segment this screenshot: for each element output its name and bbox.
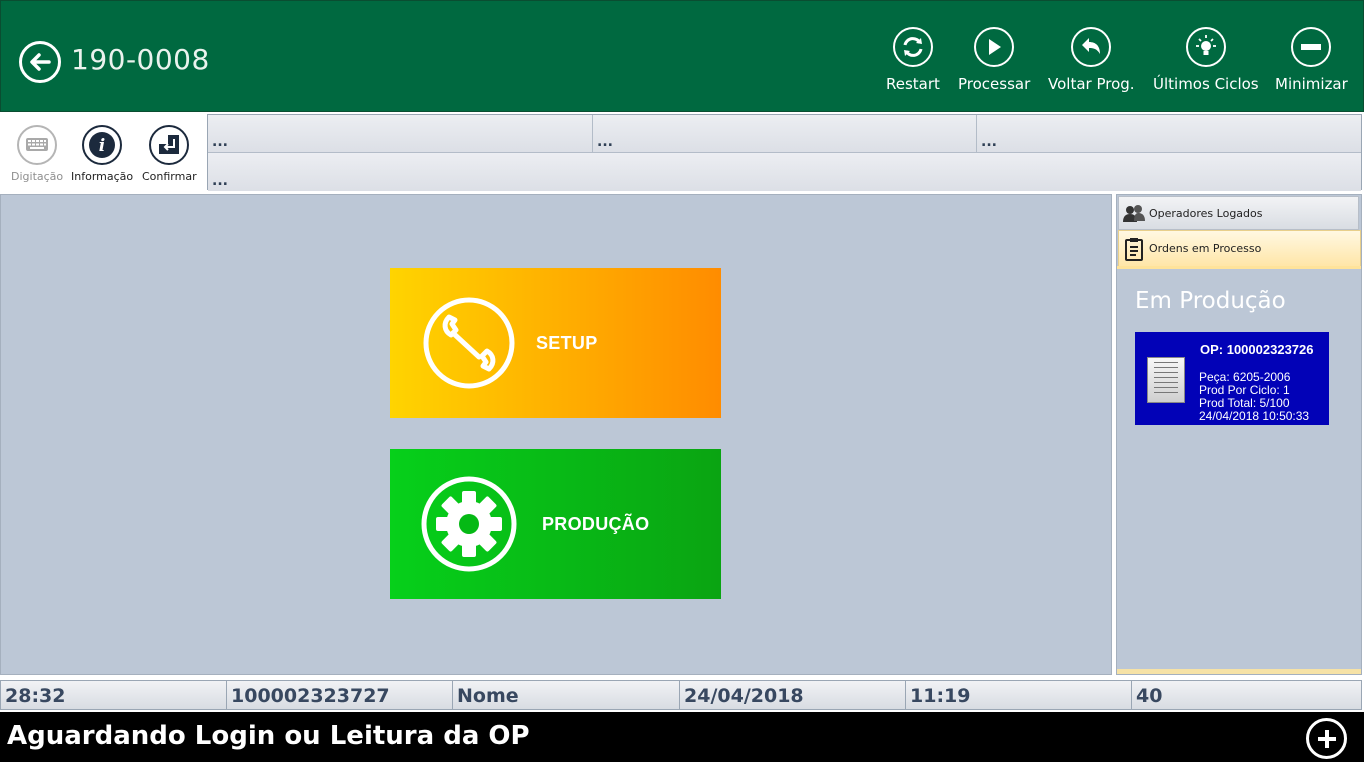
tab-operadores-label: Operadores Logados — [1149, 206, 1263, 220]
plus-icon — [1317, 729, 1336, 748]
digitacao-button[interactable]: Digitação — [11, 124, 63, 183]
info-icon: i — [82, 125, 123, 165]
gear-icon — [421, 476, 517, 572]
info-grid: ... ... ... ... — [207, 114, 1362, 191]
minus-icon — [1301, 44, 1322, 50]
back-button[interactable] — [19, 41, 61, 83]
info-cell: ... — [593, 115, 977, 153]
status-message: Aguardando Login ou Leitura da OP — [7, 721, 530, 751]
minimizar-label: Minimizar — [1275, 75, 1348, 93]
status-timer: 28:32 — [1, 681, 227, 709]
op-peca: Peça: 6205-2006 — [1199, 370, 1291, 384]
status-op: 100002323727 — [227, 681, 453, 709]
status-count: 40 — [1132, 681, 1361, 709]
processar-label: Processar — [958, 75, 1031, 93]
users-icon — [1123, 205, 1145, 222]
clipboard-icon — [1125, 237, 1143, 261]
arrow-left-icon — [30, 53, 51, 71]
tab-ordens-label: Ordens em Processo — [1149, 242, 1262, 255]
op-prod-por-ciclo: Prod Por Ciclo: 1 — [1199, 383, 1290, 397]
keyboard-icon — [17, 125, 58, 165]
info-cell: ... — [208, 153, 1361, 191]
op-prod-total: Prod Total: 5/100 — [1199, 396, 1290, 410]
restart-label: Restart — [886, 75, 940, 93]
op-card[interactable]: OP: 100002323726 Peça: 6205-2006 Prod Po… — [1135, 332, 1329, 425]
minimizar-button[interactable]: Minimizar — [1275, 27, 1348, 93]
sub-toolbar: Digitação i Informação Confirmar — [0, 112, 207, 190]
digitacao-label: Digitação — [11, 170, 64, 183]
setup-label: SETUP — [536, 332, 598, 353]
undo-icon — [1082, 38, 1101, 54]
add-button[interactable] — [1306, 718, 1347, 759]
page-title: 190-0008 — [71, 43, 210, 76]
status-name: Nome — [453, 681, 680, 709]
setup-button[interactable]: SETUP — [390, 268, 721, 418]
header-bar: 190-0008 Restart Processar Voltar Prog. — [0, 0, 1364, 112]
info-cell: ... — [208, 115, 593, 153]
side-footer-strip — [1117, 669, 1361, 674]
voltar-prog-button[interactable]: Voltar Prog. — [1048, 27, 1135, 93]
status-time: 11:19 — [906, 681, 1132, 709]
informacao-label: Informação — [71, 170, 134, 183]
op-datetime: 24/04/2018 10:50:33 — [1199, 409, 1310, 423]
confirmar-button[interactable]: Confirmar — [142, 124, 197, 183]
wrench-icon — [423, 297, 515, 389]
tab-underline — [1117, 266, 1361, 269]
info-cell: ... — [977, 115, 1361, 153]
producao-label: PRODUÇÃO — [542, 513, 650, 534]
voltar-prog-label: Voltar Prog. — [1048, 75, 1135, 93]
main-area — [0, 194, 1112, 675]
ultimos-ciclos-label: Últimos Ciclos — [1153, 75, 1259, 93]
informacao-button[interactable]: i Informação — [71, 124, 133, 183]
play-icon — [989, 39, 1002, 55]
confirmar-label: Confirmar — [142, 170, 197, 183]
document-icon — [1147, 357, 1185, 403]
status-date: 24/04/2018 — [680, 681, 906, 709]
processar-button[interactable]: Processar — [958, 27, 1030, 93]
ultimos-ciclos-button[interactable]: Últimos Ciclos — [1153, 27, 1259, 93]
op-number: OP: 100002323726 — [1200, 342, 1314, 357]
restart-icon — [903, 37, 923, 57]
message-bar: Aguardando Login ou Leitura da OP — [0, 712, 1364, 762]
enter-key-icon — [149, 125, 190, 165]
tab-operadores-logados[interactable]: Operadores Logados — [1118, 196, 1359, 230]
svg-text:i: i — [99, 136, 105, 156]
producao-button[interactable]: PRODUÇÃO — [390, 449, 721, 599]
restart-button[interactable]: Restart — [886, 27, 940, 93]
lightbulb-icon — [1195, 35, 1216, 55]
tab-ordens-em-processo[interactable]: Ordens em Processo — [1118, 230, 1361, 267]
em-producao-title: Em Produção — [1135, 288, 1286, 314]
status-bar: 28:32 100002323727 Nome 24/04/2018 11:19… — [0, 680, 1362, 710]
